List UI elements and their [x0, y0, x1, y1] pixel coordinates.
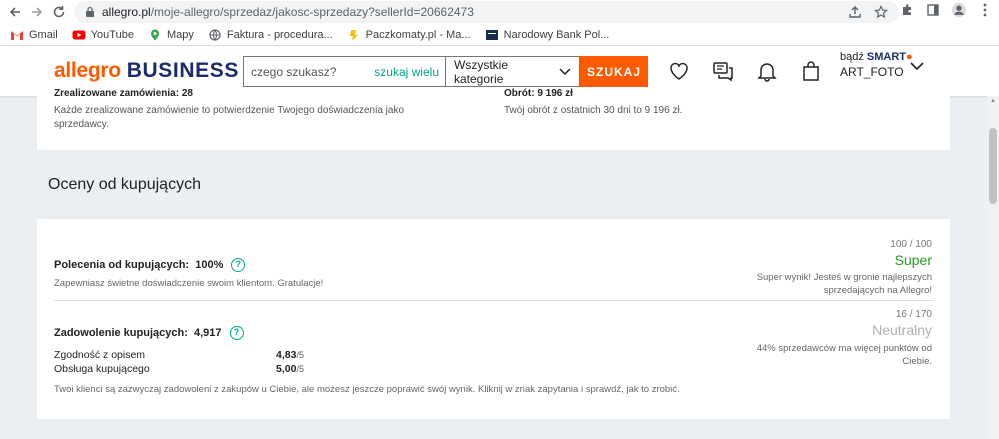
- bookmark-label: Faktura - procedura...: [226, 28, 333, 41]
- bookmarks-bar: Gmail YouTube Mapy Faktura - procedura..…: [0, 24, 999, 46]
- forward-icon[interactable]: [26, 1, 48, 23]
- youtube-icon: [72, 30, 86, 39]
- bookmark-youtube[interactable]: YouTube: [72, 29, 134, 41]
- lock-icon: [86, 6, 94, 17]
- recommendations-desc: Zapewniasz świetne doświadczenie swoim k…: [54, 278, 324, 289]
- globe-icon: [209, 28, 221, 41]
- menu-icon[interactable]: [977, 2, 993, 18]
- url-actions: [847, 4, 889, 20]
- address-bar[interactable]: allegro.pl/moje-allegro/sprzedaz/jakosc-…: [74, 1, 899, 23]
- satisfaction-status-desc: 44% sprzedawców ma więcej punktów od Cie…: [756, 343, 932, 367]
- bookmark-label: YouTube: [90, 28, 134, 41]
- buyer-ratings-card: Polecenia od kupujących: 100%? Zapewnias…: [37, 219, 950, 419]
- recommendations-row: Polecenia od kupujących: 100%?: [54, 258, 246, 272]
- username: ART_FOTO: [840, 65, 904, 79]
- turnover-desc: Twój obrót z ostatnich 30 dni to 9 196 z…: [504, 105, 683, 116]
- search-placeholder: czego szukasz?: [251, 64, 337, 79]
- account-menu[interactable]: bądź SMART● ART_FOTO: [840, 51, 913, 79]
- sub-rating-label: Obsługa kupującego: [54, 363, 150, 375]
- bookmark-nbp[interactable]: Narodowy Bank Pol...: [485, 28, 610, 41]
- scroll-up-icon[interactable]: ▲: [989, 98, 997, 106]
- bookmark-gmail[interactable]: Gmail: [10, 29, 58, 41]
- header-icons: [668, 60, 822, 82]
- help-icon[interactable]: ?: [231, 258, 246, 272]
- reload-icon[interactable]: [48, 1, 70, 23]
- extensions-icon[interactable]: [899, 2, 915, 18]
- share-icon[interactable]: [847, 4, 863, 20]
- gmail-icon: [11, 30, 23, 40]
- bookmark-label: Gmail: [29, 28, 58, 41]
- satisfaction-value: 4,917: [193, 326, 222, 339]
- url-host: allegro.pl: [102, 5, 151, 19]
- url-path: /moje-allegro/sprzedaz/jakosc-sprzedazy?…: [150, 5, 474, 19]
- heart-icon[interactable]: [668, 60, 690, 82]
- category-value: Wszystkie kategorie: [454, 57, 508, 86]
- satisfaction-desc: Twoi klienci są zazwyczaj zadowoleni z z…: [54, 384, 680, 395]
- bookmark-maps[interactable]: Mapy: [148, 29, 194, 41]
- messages-icon[interactable]: [712, 60, 734, 82]
- recommendations-value: 100%: [195, 258, 224, 271]
- help-icon[interactable]: ?: [229, 326, 244, 340]
- turnover-label: Obrót: 9 196 zł: [504, 88, 573, 99]
- category-select[interactable]: Wszystkie kategorie: [445, 56, 580, 87]
- bookmark-faktura[interactable]: Faktura - procedura...: [208, 29, 333, 41]
- search-multi-link[interactable]: szukaj wielu: [374, 65, 439, 79]
- satisfaction-row: Zadowolenie kupujących: 4,917?: [54, 326, 244, 340]
- bookmark-label: Paczkomaty.pl - Ma...: [365, 28, 471, 41]
- cart-icon[interactable]: [800, 60, 822, 82]
- search-input[interactable]: czego szukasz? szukaj wielu: [243, 56, 445, 87]
- star-icon[interactable]: [873, 4, 889, 20]
- bookmark-label: Mapy: [166, 28, 194, 41]
- search-bar: czego szukasz? szukaj wielu Wszystkie ka…: [243, 56, 648, 87]
- sub-rating-value: 5,00/5: [276, 363, 304, 375]
- allegro-business-logo[interactable]: allegro BUSINESS: [54, 59, 239, 83]
- chevron-down-icon: [559, 68, 571, 75]
- browser-actions: [899, 2, 999, 18]
- browser-toolbar: allegro.pl/moje-allegro/sprzedaz/jakosc-…: [0, 0, 999, 24]
- back-icon[interactable]: [4, 1, 26, 23]
- bookmark-label: Narodowy Bank Pol...: [503, 28, 610, 41]
- bell-icon[interactable]: [756, 60, 778, 82]
- ratings-section-title: Oceny od kupujących: [48, 176, 201, 193]
- recommendations-status-desc: Super wynik! Jesteś w gronie najlepszych…: [756, 272, 932, 296]
- satisfaction-status: Neutralny: [872, 322, 932, 338]
- satisfaction-label: Zadowolenie kupujących:: [54, 326, 188, 339]
- paczkomaty-icon: [349, 29, 358, 41]
- sub-rating-label: Zgodność z opisem: [54, 349, 146, 361]
- completed-orders-label: Zrealizowane zamówienia: 28: [54, 88, 193, 99]
- sub-rating-value: 4,83/5: [276, 349, 304, 361]
- search-button[interactable]: SZUKAJ: [580, 56, 648, 87]
- maps-icon: [150, 29, 159, 40]
- account-chevron-icon[interactable]: [910, 62, 924, 71]
- recommendations-score: 100 / 100: [890, 239, 932, 250]
- smart-badge: SMART●: [866, 51, 913, 63]
- divider: [54, 300, 934, 301]
- nbp-icon: [485, 29, 498, 40]
- recommendations-status: Super: [894, 252, 932, 268]
- scroll-thumb[interactable]: [989, 128, 997, 204]
- sales-summary-card: Zrealizowane zamówienia: 28 Każde zreali…: [37, 88, 950, 150]
- recommendations-label: Polecenia od kupujących:: [54, 258, 190, 271]
- sidepanel-icon[interactable]: [925, 2, 941, 18]
- satisfaction-score: 16 / 170: [895, 309, 932, 320]
- bookmark-paczkomaty[interactable]: Paczkomaty.pl - Ma...: [347, 29, 471, 41]
- profile-icon[interactable]: [951, 2, 967, 18]
- page-scrollbar[interactable]: ▲: [987, 96, 999, 439]
- completed-orders-desc: Każde zrealizowane zamówienie to potwier…: [54, 105, 405, 130]
